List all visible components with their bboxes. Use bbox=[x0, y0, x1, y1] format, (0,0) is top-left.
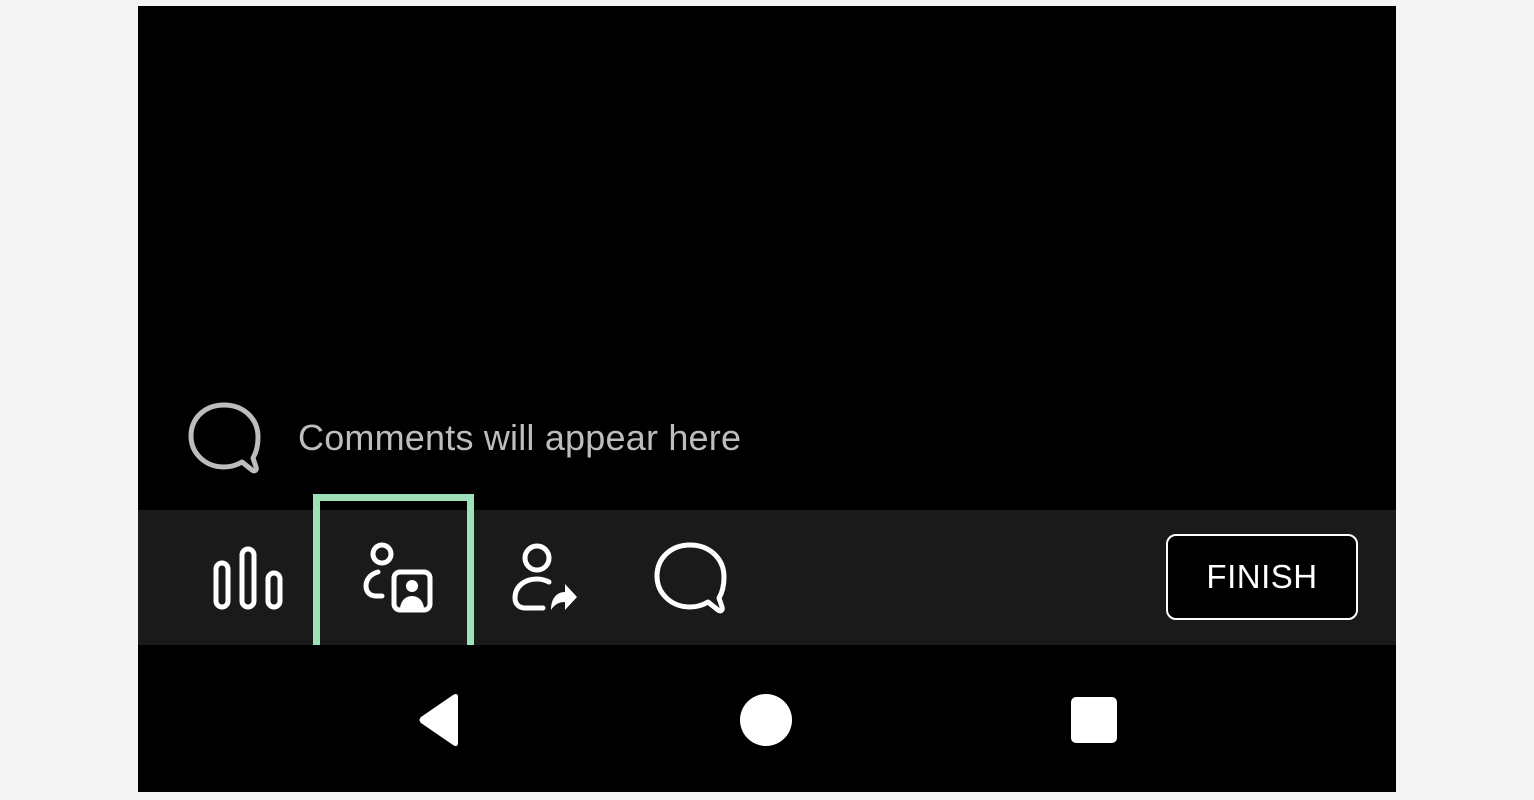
comments-placeholder: Comments will appear here bbox=[186, 398, 741, 478]
recents-square-icon bbox=[1071, 697, 1117, 743]
system-navigation-bar bbox=[138, 645, 1396, 792]
invite-user-icon bbox=[512, 543, 577, 610]
comments-button[interactable] bbox=[638, 510, 742, 645]
phone-screen: Comments will appear here FINISH bbox=[138, 6, 1396, 792]
live-video-area: Comments will appear here bbox=[138, 6, 1396, 510]
home-button[interactable] bbox=[726, 683, 806, 757]
comment-bubble-icon bbox=[654, 542, 727, 613]
broadcast-toolbar: FINISH bbox=[138, 510, 1396, 645]
comments-placeholder-text: Comments will appear here bbox=[298, 417, 742, 458]
home-circle-icon bbox=[740, 694, 792, 746]
recents-button[interactable] bbox=[1054, 683, 1134, 757]
invite-user-button[interactable] bbox=[494, 510, 594, 645]
add-guest-button[interactable] bbox=[338, 510, 458, 645]
add-guest-icon bbox=[363, 542, 433, 612]
finish-button[interactable]: FINISH bbox=[1166, 534, 1358, 620]
comment-bubble-icon bbox=[188, 402, 261, 474]
back-button[interactable] bbox=[400, 683, 480, 757]
bar-chart-icon bbox=[213, 546, 283, 609]
stats-button[interactable] bbox=[198, 510, 298, 645]
back-triangle-icon bbox=[419, 693, 458, 747]
